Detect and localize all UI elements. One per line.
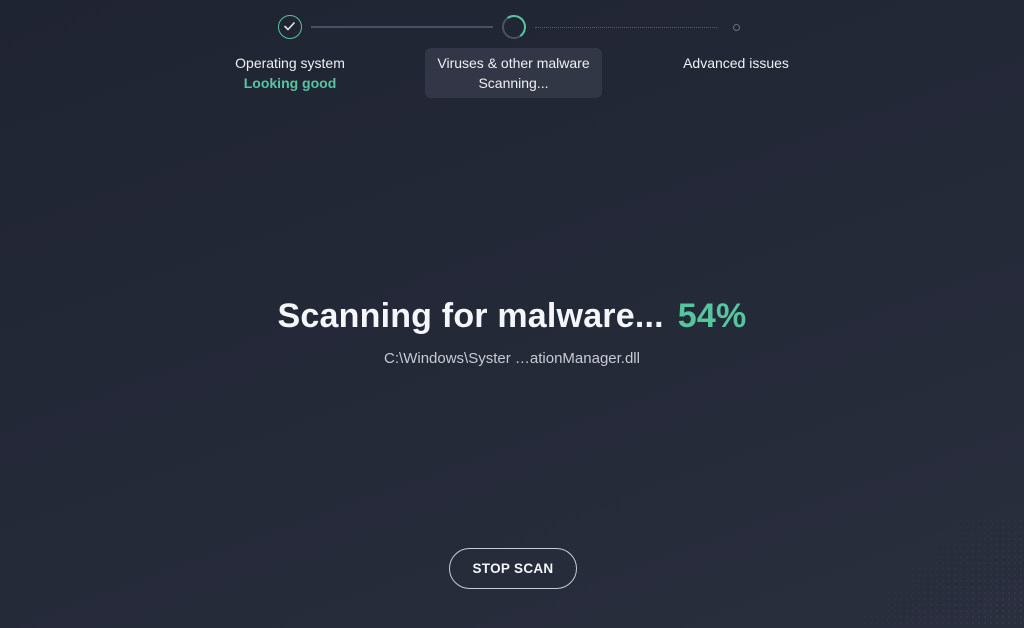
- step-progress-spinner-icon: [502, 15, 526, 39]
- scan-heading: Scanning for malware... 54%: [0, 297, 1024, 336]
- decorative-dot-pattern: [784, 518, 1024, 628]
- step-connector-pending: [535, 27, 717, 28]
- step-operating-system: Operating system Looking good: [220, 53, 360, 93]
- checkmark-icon: [284, 22, 295, 31]
- step-advanced-issues: Advanced issues: [666, 53, 806, 73]
- step-viruses-malware: Viruses & other malware Scanning...: [425, 48, 602, 98]
- step-pending-icon: [733, 24, 740, 31]
- step-connector-complete: [311, 26, 493, 28]
- scan-percent: 54%: [677, 297, 747, 335]
- step-complete-icon: [278, 15, 302, 39]
- step-status: Looking good: [243, 75, 337, 91]
- step-title: Operating system: [235, 55, 345, 71]
- scan-heading-text: Scanning for malware...: [277, 297, 664, 335]
- scan-stepper: Operating system Looking good Viruses & …: [0, 0, 1024, 110]
- stop-scan-button[interactable]: STOP SCAN: [449, 548, 577, 589]
- step-status: Scanning...: [478, 75, 549, 91]
- current-file-path: C:\Windows\Syster …ationManager.dll: [384, 350, 640, 367]
- step-title: Advanced issues: [683, 55, 789, 71]
- step-title: Viruses & other malware: [437, 55, 590, 71]
